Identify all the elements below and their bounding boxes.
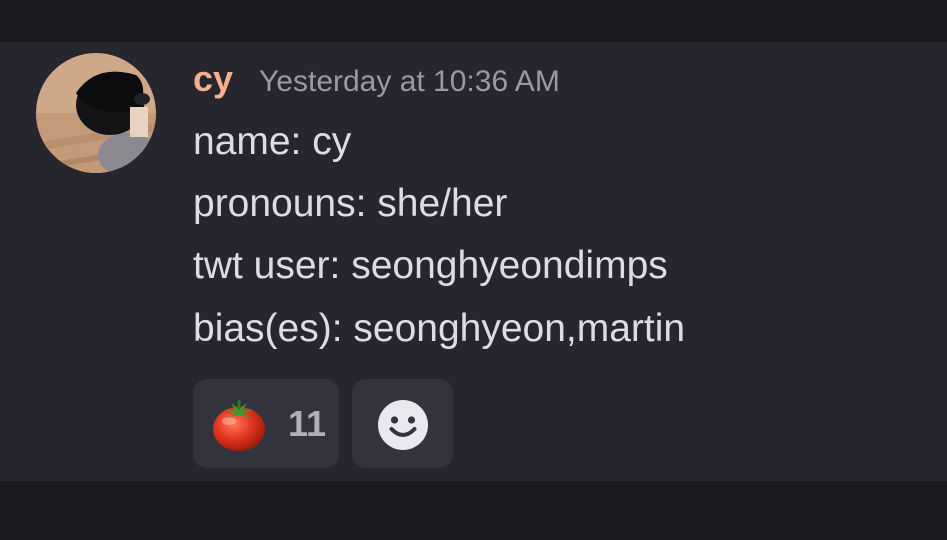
username[interactable]: cy — [193, 58, 233, 100]
message-line-pronouns: pronouns: she/her — [193, 182, 508, 225]
message-line-name: name: cy — [193, 120, 352, 163]
reaction-count: 11 — [288, 403, 327, 444]
message-header: cy Yesterday at 10:36 AM — [193, 58, 560, 102]
add-reaction-button[interactable] — [352, 379, 453, 468]
tomato-emoji-icon — [213, 400, 265, 451]
avatar[interactable] — [36, 53, 156, 173]
message-line-twt-user: twt user: seonghyeondimps — [193, 244, 668, 287]
bottom-divider — [0, 481, 947, 540]
avatar-photo-icon — [36, 53, 156, 173]
message-line-bias: bias(es): seonghyeon,martin — [193, 307, 686, 350]
smile-face-icon — [378, 400, 428, 450]
message-timestamp: Yesterday at 10:36 AM — [259, 65, 560, 98]
top-divider — [0, 0, 947, 42]
